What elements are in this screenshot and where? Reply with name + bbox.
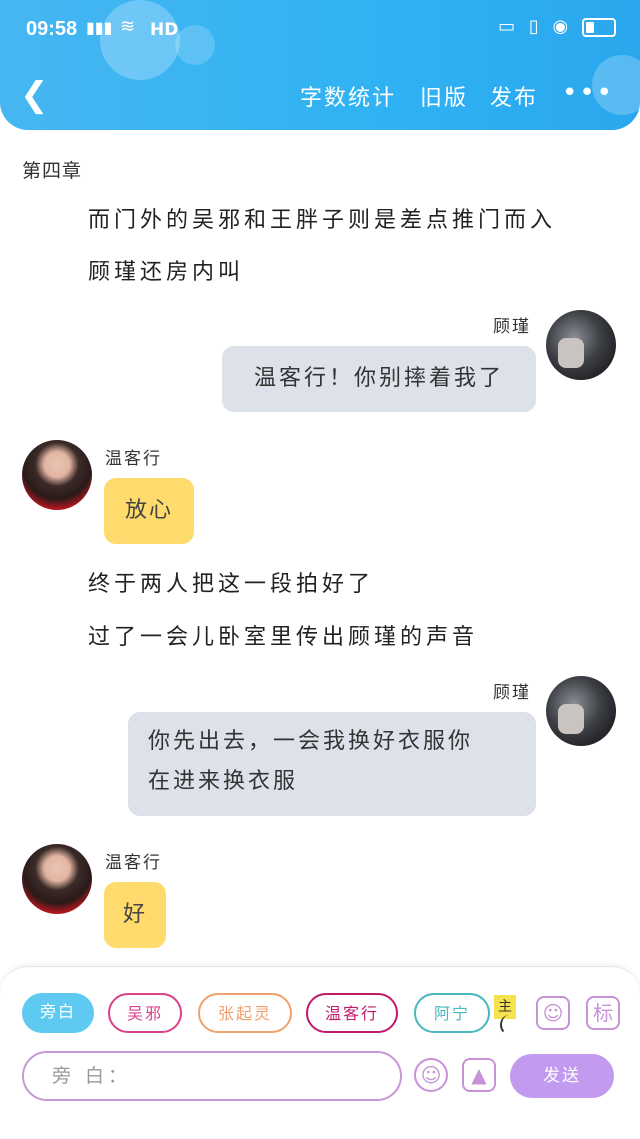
location-icon: ◉	[552, 16, 573, 37]
send-button[interactable]: 发送	[510, 1054, 614, 1098]
back-icon[interactable]: ❮	[20, 78, 49, 112]
word-count-button[interactable]: 字数统计	[300, 80, 396, 112]
chat-bubble-right[interactable]: 你先出去，一会我换好衣服你 在进来换衣服	[128, 712, 536, 816]
bubble-line: 你先出去，一会我换好衣服你	[148, 729, 474, 754]
chat-bubble-left[interactable]: 好	[104, 882, 166, 948]
status-icons: ▭ ▯ ◉	[498, 16, 616, 37]
signal-icon: ▮▮▮	[86, 18, 113, 37]
avatar[interactable]	[22, 844, 92, 914]
chapter-title: 第四章	[22, 160, 83, 182]
narration-line: 而门外的吴邪和王胖子则是差点推门而入	[88, 208, 557, 233]
tag-label-icon[interactable]: 标	[586, 996, 620, 1030]
status-bar: 09:58 ▮▮▮ ≋ HD ▭ ▯ ◉	[0, 0, 640, 62]
speaker-name: 温客行	[105, 449, 162, 469]
wifi-icon: ≋	[120, 16, 136, 37]
hd-label: HD	[150, 20, 179, 40]
narration-line: 顾瑾还房内叫	[88, 260, 245, 285]
chat-bubble-left[interactable]: 放心	[104, 478, 194, 544]
emoji-icon[interactable]: ☺	[414, 1058, 448, 1092]
avatar[interactable]	[546, 676, 616, 746]
battery-icon	[582, 17, 616, 37]
vibrate-icon: ▯	[528, 16, 543, 37]
old-version-button[interactable]: 旧版	[420, 80, 468, 112]
role-chip-aning[interactable]: 阿宁	[414, 993, 490, 1033]
avatar[interactable]	[22, 440, 92, 510]
user-card-icon[interactable]: ☺	[536, 996, 570, 1030]
narration-line: 过了一会儿卧室里传出顾瑾的声音	[88, 625, 479, 650]
more-icon[interactable]: •••	[562, 78, 614, 108]
chat-bubble-right[interactable]: 温客行！你别摔着我了	[222, 346, 536, 412]
role-chip-narrator[interactable]: 旁白	[22, 993, 94, 1033]
status-time: 09:58	[26, 18, 78, 40]
speaker-name: 顾瑾	[493, 683, 531, 703]
role-chip-wuxie[interactable]: 吴邪	[108, 993, 182, 1033]
bubble-line: 在进来换衣服	[148, 769, 299, 794]
avatar[interactable]	[546, 310, 616, 380]
speaker-name: 顾瑾	[493, 317, 531, 337]
speaker-name: 温客行	[105, 853, 162, 873]
role-chip-wenkexing[interactable]: 温客行	[306, 993, 398, 1033]
curve-decor	[500, 1015, 518, 1035]
narration-line: 终于两人把这一段拍好了	[88, 572, 375, 597]
publish-button[interactable]: 发布	[490, 80, 538, 112]
cast-icon: ▭	[498, 16, 520, 37]
role-chip-zhangqiling[interactable]: 张起灵	[198, 993, 292, 1033]
message-input[interactable]: 旁 白：	[22, 1051, 402, 1101]
app-header: 09:58 ▮▮▮ ≋ HD ▭ ▯ ◉ ❮ 字数统计 旧版 发布 •••	[0, 0, 640, 130]
image-icon[interactable]: ▲	[462, 1058, 496, 1092]
